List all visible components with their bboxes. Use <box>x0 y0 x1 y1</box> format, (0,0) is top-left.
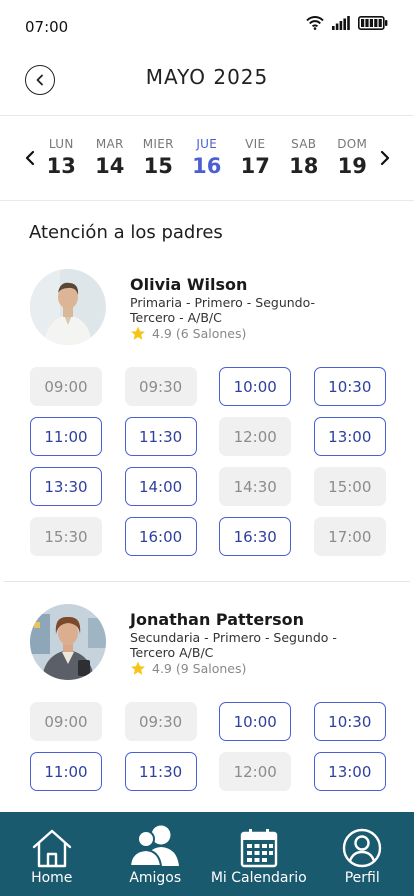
time-slot: 09:30 <box>124 702 197 741</box>
bottom-nav: Home Amigos Mi Calendario Perfil <box>0 812 414 896</box>
rating-text: 4.9 (6 Salones) <box>152 326 247 341</box>
section-title: Atención a los padres <box>29 222 223 243</box>
time-slot[interactable]: 11:30 <box>124 417 197 456</box>
day-name: JUE <box>196 137 218 151</box>
teacher-info: Jonathan Patterson Secundaria - Primero … <box>130 610 360 676</box>
status-icons <box>306 16 388 30</box>
day-sun[interactable]: DOM 19 <box>328 137 377 178</box>
header: MAYO 2025 <box>0 52 414 116</box>
users-icon <box>129 825 180 867</box>
wifi-icon <box>306 16 324 30</box>
time-slot[interactable]: 16:00 <box>124 517 197 556</box>
rating: 4.9 (6 Salones) <box>130 326 360 341</box>
avatar <box>30 604 106 680</box>
nav-friends[interactable]: Amigos <box>104 812 208 896</box>
day-number: 19 <box>337 154 367 178</box>
day-wed[interactable]: MIER 15 <box>134 137 183 178</box>
battery-icon <box>358 16 388 30</box>
day-number: 13 <box>46 154 76 178</box>
avatar <box>30 269 106 345</box>
teacher-subtitle: Primaria - Primero - Segundo- Tercero - … <box>130 295 315 325</box>
time-slot[interactable]: 10:00 <box>219 367 292 406</box>
nav-home[interactable]: Home <box>0 812 104 896</box>
week-selector: LUN 13 MAR 14 MIER 15 JUE 16 VIE 17 SAB … <box>0 117 414 201</box>
day-name: LUN <box>48 137 74 151</box>
rating: 4.9 (9 Salones) <box>130 661 360 676</box>
time-slot[interactable]: 10:00 <box>219 702 292 741</box>
time-slot[interactable]: 10:30 <box>313 702 386 741</box>
time-slot: 14:30 <box>219 467 292 506</box>
week-days: LUN 13 MAR 14 MIER 15 JUE 16 VIE 17 SAB … <box>37 137 377 178</box>
time-slot[interactable]: 10:30 <box>313 367 386 406</box>
day-name: MIER <box>142 137 174 151</box>
time-slot[interactable]: 11:30 <box>124 752 197 791</box>
signal-icon <box>332 16 350 30</box>
time-slot[interactable]: 11:00 <box>30 752 102 791</box>
day-tue[interactable]: MAR 14 <box>86 137 135 178</box>
teacher-name: Jonathan Patterson <box>130 610 304 629</box>
time-slot: 12:00 <box>219 417 292 456</box>
day-number: 16 <box>192 154 222 178</box>
time-slot: 09:30 <box>124 367 197 406</box>
time-slot[interactable]: 13:00 <box>313 752 386 791</box>
time-slot[interactable]: 14:00 <box>124 467 197 506</box>
time-slot[interactable]: 11:00 <box>30 417 102 456</box>
time-slot[interactable]: 13:00 <box>313 417 386 456</box>
star-icon <box>131 326 145 340</box>
nav-label: Mi Calendario <box>210 870 307 886</box>
teacher-name: Olivia Wilson <box>130 275 248 294</box>
teacher-info: Olivia Wilson Primaria - Primero - Segun… <box>130 275 360 341</box>
time-slot: 15:00 <box>313 467 386 506</box>
day-sat[interactable]: SAB 18 <box>280 137 329 178</box>
nav-label: Perfil <box>344 870 380 886</box>
time-slots: 09:00 09:30 10:00 10:30 11:00 11:30 12:0… <box>30 702 386 791</box>
nav-profile[interactable]: Perfil <box>311 812 414 896</box>
day-number: 14 <box>95 154 125 178</box>
rating-text: 4.9 (9 Salones) <box>152 661 247 676</box>
day-thu-selected[interactable]: JUE 16 <box>183 137 232 178</box>
day-name: SAB <box>291 137 317 151</box>
day-name: MAR <box>95 137 124 151</box>
teacher-subtitle: Secundaria - Primero - Segundo - Tercero… <box>130 630 337 660</box>
time-slot[interactable]: 13:30 <box>30 467 102 506</box>
time-slots: 09:00 09:30 10:00 10:30 11:00 11:30 12:0… <box>30 367 386 556</box>
profile-icon <box>343 828 382 868</box>
status-time: 07:00 <box>25 18 69 36</box>
time-slot: 12:00 <box>219 752 292 791</box>
time-slot[interactable]: 16:30 <box>219 517 292 556</box>
calendar-icon <box>240 829 277 868</box>
star-icon <box>131 661 145 675</box>
status-bar: 07:00 <box>0 0 414 52</box>
day-fri[interactable]: VIE 17 <box>231 137 280 178</box>
day-number: 17 <box>240 154 270 178</box>
time-slot: 09:00 <box>30 367 102 406</box>
page-title: MAYO 2025 <box>145 65 269 89</box>
day-name: VIE <box>245 137 266 151</box>
time-slot: 17:00 <box>313 517 386 556</box>
next-week-icon[interactable] <box>378 150 392 166</box>
home-icon <box>32 829 71 868</box>
nav-label: Amigos <box>129 870 182 886</box>
day-name: DOM <box>337 137 368 151</box>
nav-label: Home <box>31 870 73 886</box>
time-slot: 09:00 <box>30 702 102 741</box>
day-mon[interactable]: LUN 13 <box>37 137 86 178</box>
time-slot: 15:30 <box>30 517 102 556</box>
prev-week-icon[interactable] <box>23 150 37 166</box>
divider <box>4 581 410 582</box>
day-number: 15 <box>143 154 173 178</box>
day-number: 18 <box>289 154 319 178</box>
nav-calendar[interactable]: Mi Calendario <box>207 812 311 896</box>
